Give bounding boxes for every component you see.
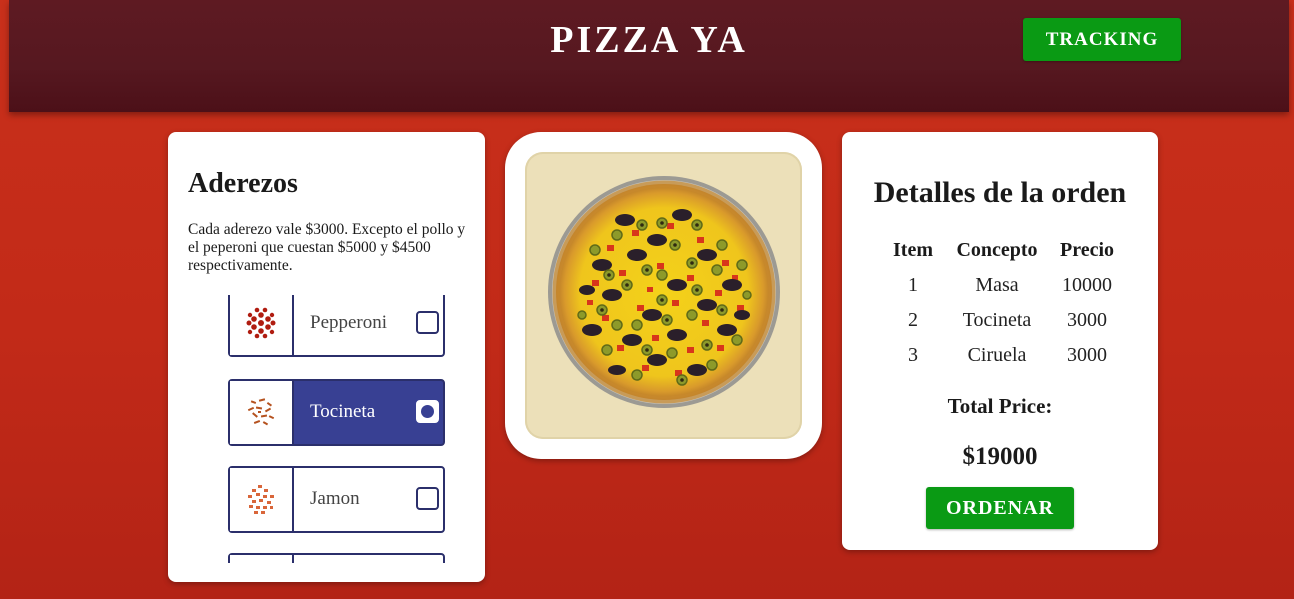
order-button[interactable]: ORDENAR [926, 487, 1074, 529]
topping-item-tocineta[interactable]: Tocineta [228, 379, 445, 446]
pizza-image [548, 176, 780, 408]
bacon-icon [230, 381, 294, 444]
pizza-preview [525, 152, 802, 439]
total-price-value: $19000 [962, 443, 1038, 470]
toppings-panel: Aderezos Cada aderezo vale $3000. Except… [168, 132, 485, 582]
topping-checkbox[interactable] [416, 487, 439, 510]
cell-precio: 10000 [1062, 274, 1112, 296]
tracking-button[interactable]: TRACKING [1023, 18, 1181, 61]
topping-thumb [230, 555, 294, 563]
toppings-title: Aderezos [188, 168, 298, 199]
order-details-panel: Detalles de la orden Item Concepto Preci… [842, 132, 1158, 550]
topping-label: Tocineta [310, 401, 376, 422]
order-table-header: Item Concepto Precio [842, 239, 1158, 269]
pepperoni-icon [230, 295, 294, 355]
table-row: 2 Tocineta 3000 [842, 309, 1158, 339]
cell-item: 3 [908, 344, 918, 366]
ham-icon [230, 468, 294, 531]
topping-label: Pepperoni [310, 312, 388, 333]
toppings-list[interactable]: Pepperoni Tocineta Jamon [228, 295, 448, 563]
topping-item-jamon[interactable]: Jamon [228, 466, 445, 533]
cell-precio: 3000 [1067, 309, 1107, 331]
header-concepto: Concepto [956, 239, 1038, 261]
table-row: 1 Masa 10000 [842, 274, 1158, 304]
cell-concepto: Ciruela [967, 344, 1027, 366]
order-title: Detalles de la orden [873, 176, 1127, 209]
table-row: 3 Ciruela 3000 [842, 344, 1158, 374]
topping-checkbox[interactable] [416, 311, 439, 334]
topping-label: Jamon [310, 488, 360, 509]
cell-concepto: Tocineta [962, 309, 1032, 331]
pizza-preview-card [505, 132, 822, 459]
cell-precio: 3000 [1067, 344, 1107, 366]
app-header: PIZZA YA TRACKING [9, 0, 1289, 112]
toppings-description: Cada aderezo vale $3000. Excepto el poll… [188, 221, 466, 274]
topping-item-pepperoni[interactable]: Pepperoni [228, 295, 445, 357]
topping-item-partial[interactable] [228, 553, 445, 563]
header-precio: Precio [1059, 239, 1115, 261]
topping-checkbox-checked[interactable] [416, 400, 439, 423]
cell-item: 1 [908, 274, 918, 296]
total-price-label: Total Price: [947, 394, 1053, 418]
cell-item: 2 [908, 309, 918, 331]
header-item: Item [893, 239, 933, 261]
cell-concepto: Masa [975, 274, 1019, 296]
